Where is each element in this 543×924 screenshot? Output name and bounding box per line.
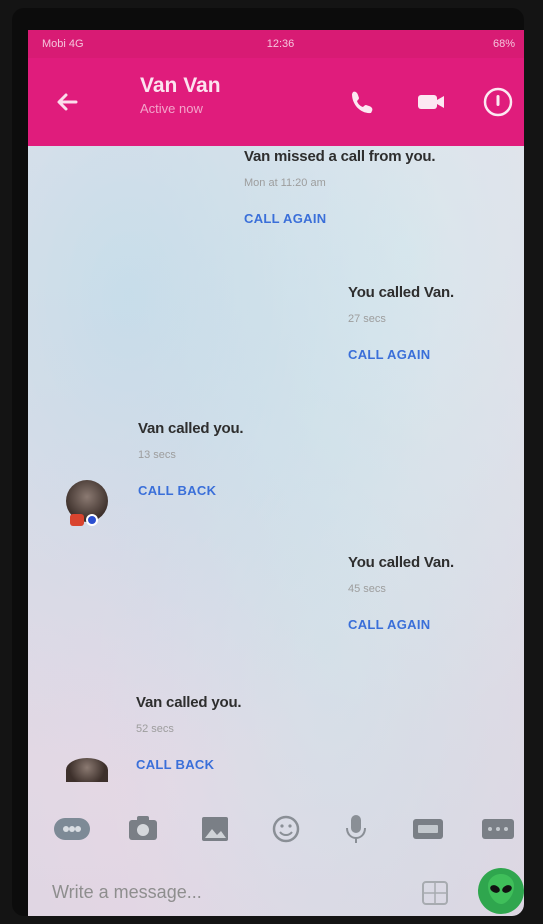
apps-button[interactable] <box>52 808 92 848</box>
contact-name: Van Van <box>140 74 221 97</box>
call-log-title: You called Van. <box>348 284 454 301</box>
arrow-left-icon <box>57 93 78 111</box>
alien-emoji-icon <box>488 874 514 904</box>
video-camera-icon <box>418 95 444 109</box>
camera-button[interactable] <box>123 808 163 848</box>
call-log-title: Van missed a call from you. <box>244 148 436 165</box>
call-log-message: You called Van. 45 secs CALL AGAIN <box>348 554 454 632</box>
phone-icon <box>352 91 373 114</box>
call-back-button[interactable]: CALL BACK <box>136 757 241 772</box>
send-emoji-button[interactable] <box>478 868 524 914</box>
voice-call-button[interactable] <box>343 84 379 120</box>
message-composer <box>28 862 524 916</box>
info-button[interactable] <box>480 84 516 120</box>
message-input[interactable] <box>50 874 384 910</box>
call-log-message: Van missed a call from you. Mon at 11:20… <box>244 148 436 226</box>
call-log-message: Van called you. 13 secs CALL BACK <box>138 420 244 498</box>
avatar[interactable] <box>66 758 108 782</box>
gallery-icon <box>202 817 228 841</box>
messenger-badge-icon <box>86 514 98 526</box>
call-again-button[interactable]: CALL AGAIN <box>348 347 454 362</box>
presence-status: Active now <box>140 101 203 116</box>
gif-button[interactable] <box>408 808 448 848</box>
call-log-title: You called Van. <box>348 554 454 571</box>
grid-apps-icon <box>54 818 90 840</box>
emoji-icon <box>272 815 300 843</box>
status-bar: Mobi 4G 12:36 68% <box>28 30 524 58</box>
emoji-button[interactable] <box>266 808 306 848</box>
call-log-detail: 45 secs <box>348 583 386 595</box>
camera-icon <box>129 816 157 840</box>
call-log-detail: 52 secs <box>136 723 174 735</box>
back-button[interactable] <box>50 84 86 120</box>
call-back-button[interactable]: CALL BACK <box>138 483 243 498</box>
composer-toolbar <box>28 802 524 852</box>
call-log-detail: Mon at 11:20 am <box>244 177 326 189</box>
sticker-button[interactable] <box>418 876 452 910</box>
call-log-title: Van called you. <box>136 694 242 711</box>
call-log-message: You called Van. 27 secs CALL AGAIN <box>348 284 454 362</box>
contact-title-block[interactable]: Van Van Active now <box>140 74 221 116</box>
call-log-detail: 27 secs <box>348 313 386 325</box>
chat-screen: Mobi 4G 12:36 68% Van Van Active now Van… <box>28 30 524 916</box>
gallery-button[interactable] <box>195 808 235 848</box>
call-log-detail: 13 secs <box>138 449 176 461</box>
sticker-icon <box>422 881 448 905</box>
battery-level: 68% <box>492 38 515 50</box>
call-log-title: Van called you. <box>138 420 244 437</box>
more-button[interactable] <box>478 808 518 848</box>
clock: 12:36 <box>266 38 295 50</box>
call-again-button[interactable]: CALL AGAIN <box>348 617 454 632</box>
conversation-header: Van Van Active now <box>28 58 524 146</box>
call-again-button[interactable]: CALL AGAIN <box>244 211 435 226</box>
call-log-message: Van called you. 52 secs CALL BACK <box>136 694 242 772</box>
gif-icon <box>413 819 443 839</box>
voice-message-button[interactable] <box>336 808 376 848</box>
video-call-button[interactable] <box>413 84 449 120</box>
avatar[interactable] <box>66 480 108 526</box>
more-icon <box>482 819 514 839</box>
phone-frame: Mobi 4G 12:36 68% Van Van Active now Van… <box>12 8 524 916</box>
reaction-badge <box>70 514 84 526</box>
info-icon <box>483 87 513 117</box>
microphone-icon <box>346 815 366 843</box>
